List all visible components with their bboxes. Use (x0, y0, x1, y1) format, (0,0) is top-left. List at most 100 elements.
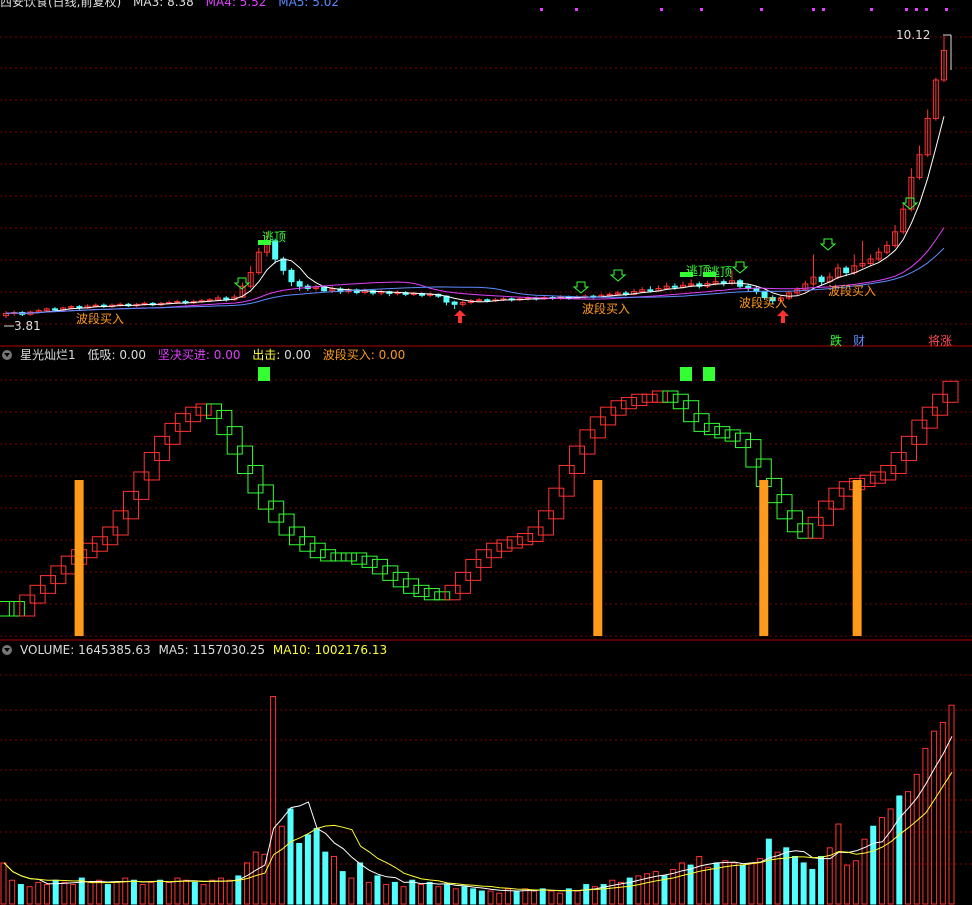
tag-escape-1: 逃顶 (262, 230, 287, 244)
volume-panel-header: VOLUME: 1645385.63 MA5: 1157030.25 MA10:… (0, 642, 395, 658)
indicator-panel-header: 星光灿烂1 低吸: 0.00 坚决买进: 0.00 出击: 0.00 波段买入:… (0, 347, 413, 363)
top-panel-header: 西安饮食(日线,前复权) MA3: 8.38 MA4: 5.52 MA5: 5.… (0, 0, 347, 10)
stock-title: 西安饮食(日线,前复权) (0, 0, 122, 9)
volume-bar (383, 884, 390, 905)
indicator-box (610, 400, 627, 416)
indicator-box (465, 558, 482, 581)
indicator-box (672, 393, 689, 410)
ma3-value: MA3: 8.38 (133, 0, 194, 9)
indicator-box (216, 409, 233, 436)
indicator-box (268, 500, 285, 523)
indicator-box (29, 584, 46, 604)
indicator-box (569, 445, 586, 474)
volume-bar (0, 862, 7, 905)
volume-bar (400, 886, 407, 905)
indicator-box (185, 406, 202, 423)
high-price-label: 10.12 (896, 28, 931, 42)
ma5-value: MA5: 5.02 (278, 0, 340, 9)
low-absorb-value: 低吸: 0.00 (87, 348, 147, 362)
indicator-box (102, 526, 119, 546)
indicator-box (558, 464, 575, 497)
volume-bar (217, 877, 224, 905)
tag-wealth: 财 (853, 334, 866, 348)
volume-bar (139, 884, 146, 905)
candle-body (280, 258, 287, 271)
volume-bar (452, 888, 459, 905)
collapse-arrow-icon[interactable] (2, 350, 12, 360)
volume-bar (61, 881, 68, 905)
firm-buy-value: 0.00 (213, 348, 241, 362)
indicator-box (652, 390, 669, 403)
signal-bar (759, 480, 769, 636)
indicator-box (403, 578, 420, 594)
volume-bar (609, 879, 616, 905)
top-signal-dot (822, 8, 825, 11)
indicator-box (112, 510, 129, 536)
down-arrow-icon (901, 197, 919, 210)
indicator-box (859, 474, 876, 487)
indicator-box (382, 565, 399, 581)
candle-body (451, 301, 458, 305)
wave-buy: 波段买入: 0.00 (323, 348, 406, 362)
volume-bar (548, 890, 555, 905)
volume-bar (731, 862, 738, 905)
volume-bar (313, 827, 320, 905)
indicator-box (818, 500, 835, 526)
volume-bar (913, 773, 920, 905)
indicator-box (19, 594, 36, 617)
stock-chart (0, 8, 972, 905)
indicator-box (766, 477, 783, 504)
indicator-box (828, 487, 845, 510)
collapse-arrow-icon[interactable] (2, 645, 12, 655)
volume-bar (931, 730, 938, 905)
indicator-box (50, 565, 67, 585)
indicator-box (174, 413, 191, 432)
wave-buy-label: 波段买入: (322, 348, 375, 362)
indicator-box (776, 494, 793, 520)
candle-body (671, 285, 678, 288)
indicator-box (226, 426, 243, 455)
indicator-box (745, 439, 762, 468)
indicator-box (693, 413, 710, 432)
indicator-box (434, 591, 451, 601)
exit-label: 出击: (252, 348, 281, 362)
indicator-box (714, 426, 731, 439)
volume-bar (409, 879, 416, 905)
volume-bar (687, 864, 694, 905)
indicator-box (548, 487, 565, 520)
firm-buy: 坚决买进: 0.00 (158, 348, 241, 362)
volume-bar (922, 747, 929, 905)
volume-bar (783, 847, 790, 905)
price-ma-line (5, 227, 945, 314)
indicator-box (921, 406, 938, 429)
volume-bar (878, 817, 885, 905)
indicator-box (454, 571, 471, 594)
volume-bar (704, 866, 711, 905)
volume-bar (470, 888, 477, 905)
volume-bar (365, 881, 372, 905)
indicator-box (81, 542, 98, 559)
volume-bar (870, 825, 877, 905)
indicator-box (320, 549, 337, 562)
top-signal-dot (812, 8, 815, 11)
volume-bar (165, 881, 172, 905)
indicator-box (600, 406, 617, 426)
volume-bar (244, 862, 251, 905)
down-arrow-icon (731, 261, 749, 274)
indicator-box (486, 542, 503, 559)
volume-bar (252, 851, 259, 905)
indicator-box (91, 536, 108, 552)
firm-buy-label: 坚决买进: (157, 348, 210, 362)
volume-bar (43, 884, 50, 905)
candle-body (174, 301, 181, 304)
volume-bar (87, 881, 94, 905)
indicator-box (154, 435, 171, 462)
volume-bar (17, 884, 24, 905)
indicator-box (330, 552, 347, 562)
indicator-box (60, 555, 77, 575)
volume-bar (348, 877, 355, 905)
indicator-box (506, 536, 523, 549)
indicator-box (444, 584, 461, 601)
tag-escape-2: 逃顶 (686, 264, 711, 278)
volume-ma5-line (3, 736, 953, 892)
